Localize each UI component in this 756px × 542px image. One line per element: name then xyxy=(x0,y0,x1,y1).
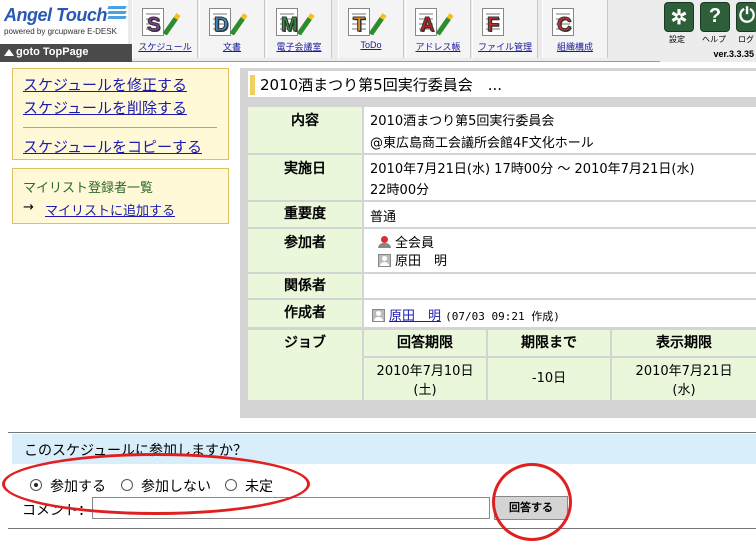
mylist-box: マイリスト登録者一覧 → マイリストに追加する xyxy=(12,168,229,224)
nav-documents[interactable]: D 文書 xyxy=(199,0,265,58)
nav-letter: A xyxy=(419,14,435,37)
logo[interactable]: Angel Touch powered by grcupware E-DESK xyxy=(0,0,128,44)
job-header-remaining: 期限まで xyxy=(488,330,610,356)
nav-label: 組織構成 xyxy=(556,42,593,52)
logo-subtitle: powered by grcupware E-DESK xyxy=(4,27,117,36)
copy-schedule-link[interactable]: スケジュールをコピーする xyxy=(23,136,202,157)
logo-text: Angel Touch xyxy=(4,5,107,25)
importance-label: 重要度 xyxy=(248,202,362,227)
job-remaining: -10日 xyxy=(488,358,610,400)
related-value xyxy=(364,274,756,298)
settings-gear-icon[interactable]: ✲ xyxy=(664,2,694,32)
job-display-deadline-date: 2010年7月21日 xyxy=(635,364,733,379)
document-icon: D xyxy=(209,6,247,38)
organization-icon: C xyxy=(552,6,590,38)
arrow-icon: → xyxy=(23,200,34,215)
meeting-icon: M xyxy=(276,6,314,38)
job-answer-deadline: 2010年7月10日 (土) xyxy=(364,358,486,400)
add-to-mylist-link[interactable]: マイリストに追加する xyxy=(45,200,175,219)
nav-letter: D xyxy=(213,14,229,37)
title-marker xyxy=(250,75,255,95)
nav-letter: S xyxy=(146,14,161,37)
job-answer-deadline-day: (土) xyxy=(413,383,437,398)
up-arrow-icon xyxy=(4,49,14,56)
job-display-deadline-day: (水) xyxy=(672,383,696,398)
group-icon xyxy=(378,236,391,249)
participants-value: 全会員 原田 明 xyxy=(364,229,756,272)
schedule-action-menu: スケジュールを修正する スケジュールを削除する スケジュールをコピーする xyxy=(12,68,229,160)
nav-label: スケジュール xyxy=(138,42,192,52)
job-label: ジョブ xyxy=(248,330,362,400)
participant-user[interactable]: 原田 明 xyxy=(378,250,447,269)
nav-meeting-room[interactable]: M 電子会議室 xyxy=(266,0,332,58)
form-divider-top xyxy=(8,432,756,433)
schedule-icon: S xyxy=(142,6,180,38)
address-book-icon: A xyxy=(415,6,453,38)
importance-text: 普通 xyxy=(370,210,397,225)
participant-group-name: 全会員 xyxy=(395,236,435,251)
job-header-display-deadline: 表示期限 xyxy=(612,330,756,356)
help-question-icon[interactable]: ? xyxy=(700,2,730,32)
goto-toppage-link[interactable]: goto TopPage xyxy=(0,44,132,62)
todo-icon: T xyxy=(348,6,386,38)
goto-prefix: goto xyxy=(16,46,40,58)
importance-value: 普通 xyxy=(364,202,756,227)
nav-label: 電子会議室 xyxy=(276,42,322,52)
nav-letter: C xyxy=(556,14,572,37)
user-icon xyxy=(372,309,385,322)
nav-label: ファイル管理 xyxy=(477,42,532,52)
content-line-2: @東広島商工会議所会館4F文化ホール xyxy=(370,136,594,151)
version-text: ver.3.3.35 xyxy=(713,49,754,59)
datetime-line-2: 22時00分 xyxy=(370,183,430,198)
mylist-title: マイリスト登録者一覧 xyxy=(23,181,154,196)
nav-schedule[interactable]: S スケジュール xyxy=(132,0,198,58)
creator-value: 原田 明 (07/03 09:21 作成) xyxy=(364,300,756,327)
nav-label: ToDo xyxy=(360,40,382,50)
schedule-title: 2010酒まつり第5回実行委員会 ... xyxy=(260,76,503,94)
annotation-oval-options xyxy=(2,453,310,515)
creator-meta: (07/03 09:21 作成) xyxy=(445,310,560,323)
job-answer-deadline-date: 2010年7月10日 xyxy=(376,364,474,379)
menu-divider xyxy=(23,127,217,128)
job-display-deadline: 2010年7月21日 (水) xyxy=(612,358,756,400)
creator-label: 作成者 xyxy=(248,300,362,327)
creator-name-link[interactable]: 原田 明 xyxy=(389,309,441,324)
nav-todo[interactable]: T ToDo xyxy=(338,0,404,58)
logo-mark-icon xyxy=(107,6,127,24)
schedule-detail-panel: 2010酒まつり第5回実行委員会 ... 内容 2010酒まつり第5回実行委員会… xyxy=(240,68,756,418)
related-label: 関係者 xyxy=(248,274,362,298)
nav-organization[interactable]: C 組織構成 xyxy=(542,0,608,58)
file-manager-icon: F xyxy=(482,6,520,38)
content-line-1: 2010酒まつり第5回実行委員会 xyxy=(370,114,555,129)
nav-letter: T xyxy=(352,14,366,37)
goto-page: TopPage xyxy=(42,46,89,58)
content-label: 内容 xyxy=(248,107,362,153)
form-divider-bottom xyxy=(8,528,756,529)
datetime-line-1: 2010年7月21日(水) 17時00分 ～ 2010年7月21日(水) xyxy=(370,162,695,177)
nav-address-book[interactable]: A アドレス帳 xyxy=(405,0,471,58)
nav-label: 文書 xyxy=(222,42,241,52)
nav-letter: M xyxy=(281,14,299,37)
job-header-answer-deadline: 回答期限 xyxy=(364,330,486,356)
content-value: 2010酒まつり第5回実行委員会 @東広島商工会議所会館4F文化ホール xyxy=(364,107,756,153)
logout-icon[interactable]: ⏻ xyxy=(736,2,756,32)
settings-label: 設定 xyxy=(669,35,685,44)
tool-area: ✲ 設定 ? ヘルプ ⏻ ログ ver.3.3.35 xyxy=(660,0,756,62)
datetime-label: 実施日 xyxy=(248,155,362,200)
participant-group[interactable]: 全会員 xyxy=(378,232,434,251)
edit-schedule-link[interactable]: スケジュールを修正する xyxy=(23,74,187,95)
help-label: ヘルプ xyxy=(702,35,726,44)
nav-label: アドレス帳 xyxy=(415,42,461,52)
datetime-value: 2010年7月21日(水) 17時00分 ～ 2010年7月21日(水) 22時… xyxy=(364,155,756,200)
logout-label: ログ xyxy=(738,35,754,44)
annotation-oval-button xyxy=(492,463,572,541)
participant-user-name: 原田 明 xyxy=(395,254,448,269)
delete-schedule-link[interactable]: スケジュールを削除する xyxy=(23,97,187,118)
nav-letter: F xyxy=(486,14,500,37)
schedule-title-bar: 2010酒まつり第5回実行委員会 ... xyxy=(248,71,756,97)
nav-file-manager[interactable]: F ファイル管理 xyxy=(472,0,538,58)
participants-label: 参加者 xyxy=(248,229,362,272)
app-header: Angel Touch powered by grcupware E-DESK … xyxy=(0,0,756,62)
user-icon xyxy=(378,254,391,267)
